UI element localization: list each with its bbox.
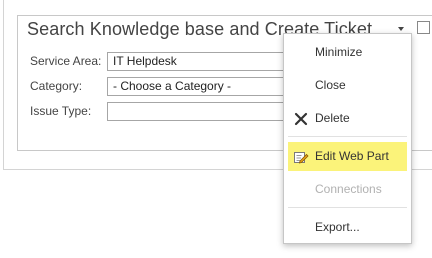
- menu-item-export[interactable]: Export...: [288, 213, 407, 242]
- menu-item-delete[interactable]: Delete: [288, 104, 407, 133]
- issue-type-label: Issue Type:: [30, 104, 92, 118]
- service-area-field[interactable]: IT Helpdesk: [107, 52, 297, 71]
- menu-item-close[interactable]: Close: [288, 71, 407, 100]
- menu-divider: [288, 207, 407, 208]
- menu-item-label: Edit Web Part: [315, 149, 389, 163]
- menu-item-label: Minimize: [315, 45, 363, 59]
- menu-item-label: Close: [315, 78, 346, 92]
- chevron-down-icon[interactable]: [398, 27, 404, 31]
- edit-pencil-icon: [293, 149, 309, 165]
- webpart-menu: Minimize Close Delete Edit Web Part Conn…: [283, 33, 412, 244]
- menu-item-label: Delete: [315, 111, 350, 125]
- menu-item-edit-web-part[interactable]: Edit Web Part: [288, 142, 407, 171]
- menu-item-connections: Connections: [288, 175, 407, 204]
- webpart-select-checkbox[interactable]: [417, 21, 430, 34]
- service-area-label: Service Area:: [30, 54, 102, 68]
- category-label: Category:: [30, 79, 83, 93]
- menu-item-label: Export...: [315, 220, 360, 234]
- menu-item-label: Connections: [315, 182, 382, 196]
- menu-divider: [288, 136, 407, 137]
- x-icon: [293, 111, 309, 127]
- menu-item-minimize[interactable]: Minimize: [288, 38, 407, 67]
- category-select[interactable]: - Choose a Category -: [107, 77, 297, 96]
- issue-type-select[interactable]: [107, 102, 297, 121]
